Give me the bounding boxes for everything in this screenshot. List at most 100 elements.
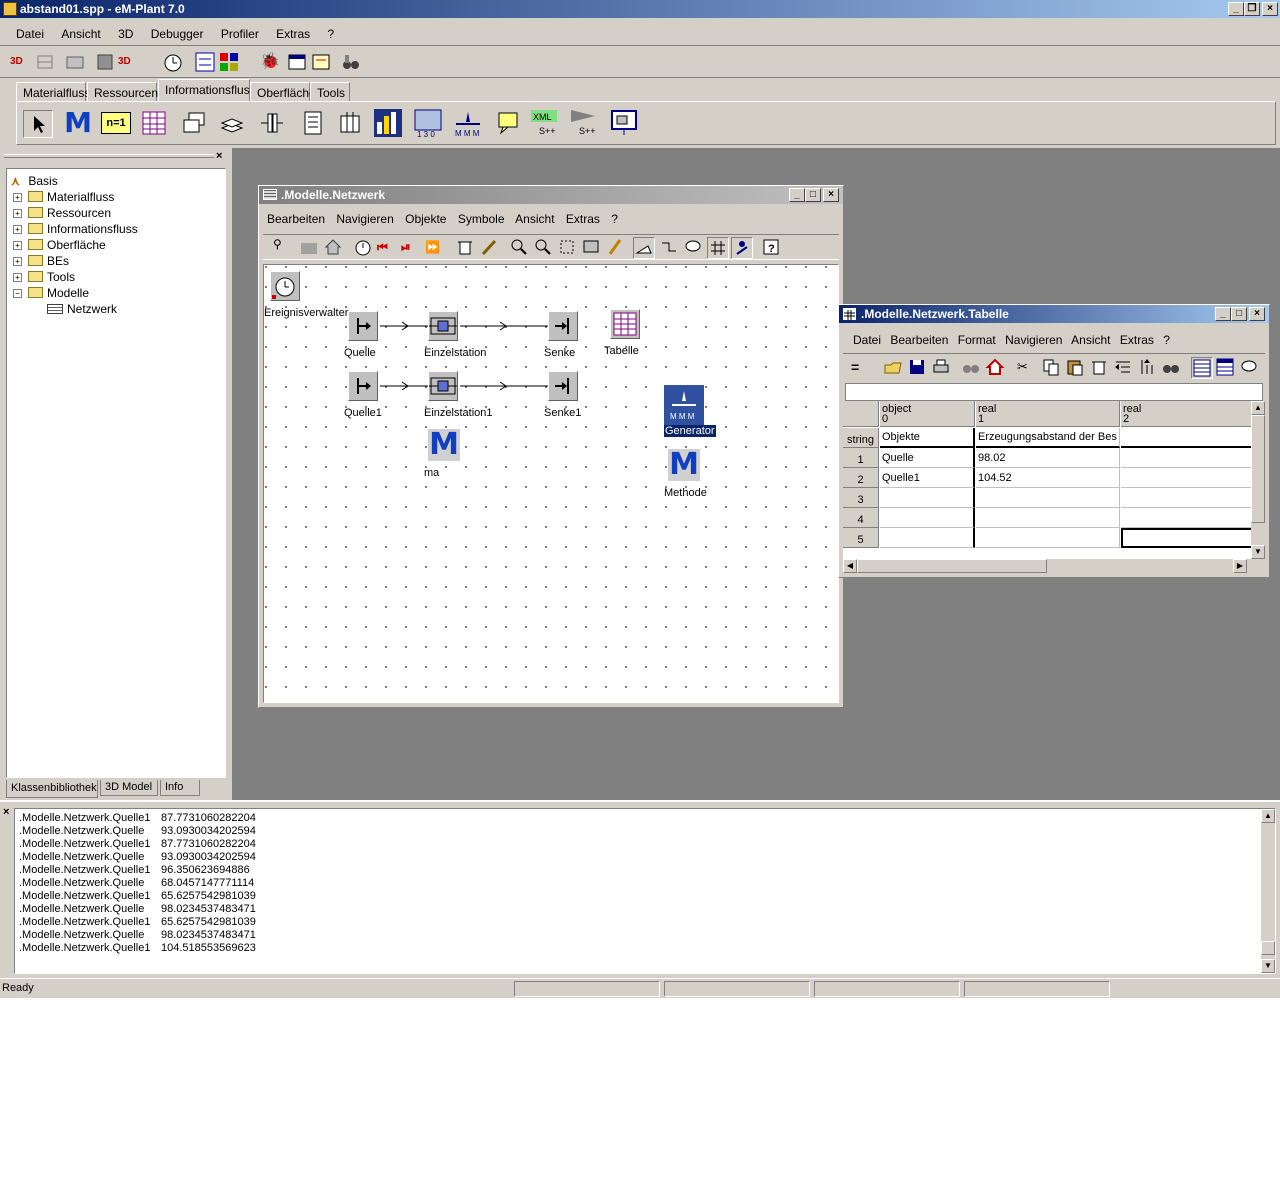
comment-icon[interactable] — [495, 110, 521, 136]
step-icon[interactable]: ⏯ — [401, 237, 423, 259]
tree-item-materialfluss[interactable]: + Materialfluss — [13, 189, 114, 205]
insert-row-icon[interactable] — [1113, 357, 1135, 379]
scroll-up-icon[interactable]: ▲ — [1251, 401, 1265, 415]
menu-bearbeiten[interactable]: Bearbeiten — [890, 333, 948, 347]
row-header[interactable]: 1 — [843, 448, 879, 468]
expand-icon[interactable]: + — [13, 193, 22, 202]
bug-icon[interactable]: 🐞 — [260, 51, 282, 73]
tab-ressourcen[interactable]: Ressourcen — [87, 82, 158, 102]
scroll-down-icon[interactable]: ▼ — [1261, 959, 1275, 973]
panel-close-icon[interactable]: × — [216, 150, 222, 162]
minimize-icon[interactable]: _ — [1215, 307, 1231, 321]
scroll-thumb[interactable] — [857, 559, 1047, 573]
clock-icon[interactable] — [353, 237, 375, 259]
console-close-icon[interactable]: × — [3, 806, 9, 818]
table-grid[interactable]: object 0 real 1 real 2 string Objekte Erzeu… — [843, 401, 1257, 559]
rewind-icon[interactable]: ⏮ — [377, 237, 399, 259]
network-icon[interactable] — [194, 51, 216, 73]
menu-extras[interactable]: Extras — [566, 212, 600, 226]
table-cell[interactable] — [976, 508, 1120, 528]
insert-column-icon[interactable] — [1137, 357, 1159, 379]
3d-box-icon[interactable] — [94, 51, 116, 73]
menu-help[interactable]: ? — [1163, 333, 1170, 347]
help-icon[interactable]: ? — [761, 237, 783, 259]
expand-icon[interactable]: + — [13, 241, 22, 250]
column-header[interactable]: real 1 — [976, 401, 1120, 427]
layers-icon[interactable] — [219, 110, 245, 136]
node-generator[interactable]: M M M — [664, 385, 704, 425]
table-cell[interactable] — [1121, 428, 1257, 448]
menu-datei[interactable]: Datei — [853, 333, 881, 347]
open-icon[interactable] — [883, 357, 905, 379]
tree-root[interactable]: ⋏ Basis — [11, 173, 58, 189]
node-tabelle[interactable] — [610, 309, 640, 339]
menu-navigieren[interactable]: Navigieren — [336, 212, 393, 226]
tree-item-ressourcen[interactable]: + Ressourcen — [13, 205, 111, 221]
window-icon[interactable] — [286, 51, 308, 73]
binoculars-icon[interactable] — [340, 51, 362, 73]
zoom-in-icon[interactable] — [509, 237, 531, 259]
xml-icon[interactable]: XML S++ — [529, 108, 561, 138]
minimize-icon[interactable]: _ — [789, 188, 805, 202]
tree-item-tools[interactable]: + Tools — [13, 269, 75, 285]
sockets-icon[interactable]: S++ — [569, 108, 601, 138]
color-grid-icon[interactable] — [218, 51, 240, 73]
3d-grid-icon[interactable] — [34, 51, 56, 73]
menu-datei[interactable]: Datei — [16, 27, 44, 41]
grid-icon[interactable] — [337, 110, 363, 136]
comment-icon[interactable] — [1239, 357, 1261, 379]
binoculars-icon[interactable] — [961, 357, 983, 379]
menu-ansicht[interactable]: Ansicht — [61, 27, 100, 41]
close-icon[interactable]: × — [1249, 307, 1265, 321]
tree-item-modelle[interactable]: − Modelle — [13, 285, 89, 301]
row-header[interactable]: 3 — [843, 488, 879, 508]
menu-bearbeiten[interactable]: Bearbeiten — [267, 212, 325, 226]
menu-objekte[interactable]: Objekte — [405, 212, 446, 226]
close-icon[interactable]: × — [823, 188, 839, 202]
home-icon[interactable] — [985, 357, 1007, 379]
menu-ansicht[interactable]: Ansicht — [515, 212, 554, 226]
scroll-down-icon[interactable]: ▼ — [1251, 545, 1265, 559]
table-cell[interactable]: Objekte — [880, 428, 975, 448]
expand-icon[interactable]: + — [13, 257, 22, 266]
menu-3d[interactable]: 3D — [118, 27, 133, 41]
copy-icon[interactable] — [1041, 357, 1063, 379]
table-view-icon[interactable] — [1191, 357, 1213, 379]
find-icon[interactable] — [1161, 357, 1183, 379]
fast-forward-icon[interactable]: ⏩ — [425, 237, 447, 259]
table-cell[interactable] — [880, 488, 975, 508]
menu-profiler[interactable]: Profiler — [221, 27, 259, 41]
menu-extras[interactable]: Extras — [1120, 333, 1154, 347]
expand-icon[interactable]: + — [13, 225, 22, 234]
tree-item-informationsfluss[interactable]: + Informationsfluss — [13, 221, 138, 237]
node-senke[interactable] — [548, 311, 578, 341]
node-quelle1[interactable] — [348, 371, 378, 401]
pointer-icon[interactable] — [23, 110, 53, 138]
print-icon[interactable] — [931, 357, 953, 379]
restore-icon[interactable]: ❐ — [1244, 2, 1260, 16]
menu-format[interactable]: Format — [958, 333, 996, 347]
cell-edit-field[interactable] — [845, 383, 1263, 401]
menu-navigieren[interactable]: Navigieren — [1005, 333, 1062, 347]
grid-toggle-icon[interactable] — [707, 237, 729, 259]
screen-icon[interactable] — [581, 237, 603, 259]
scroll-thumb[interactable] — [1261, 941, 1275, 955]
variable-icon[interactable]: n=1 — [101, 112, 131, 134]
node-quelle[interactable] — [348, 311, 378, 341]
scroll-up-icon[interactable]: ▲ — [1261, 809, 1275, 823]
table-format-icon[interactable] — [1215, 357, 1237, 379]
save-icon[interactable] — [907, 357, 929, 379]
table-cell[interactable] — [1121, 468, 1257, 488]
tab-3d-model[interactable]: 3D Model — [100, 780, 158, 796]
table-cell[interactable]: Quelle1 — [880, 468, 975, 488]
close-icon[interactable]: × — [1262, 2, 1278, 16]
tree-item-netzwerk[interactable]: Netzwerk — [47, 301, 117, 317]
tree-icon[interactable] — [310, 51, 332, 73]
pencil-icon[interactable] — [605, 237, 627, 259]
brush-icon[interactable] — [479, 237, 501, 259]
menu-symbole[interactable]: Symbole — [458, 212, 505, 226]
tab-materialfluss[interactable]: Materialfluss — [16, 82, 90, 102]
row-header[interactable]: 2 — [843, 468, 879, 488]
menu-help[interactable]: ? — [328, 27, 335, 41]
home-icon[interactable] — [323, 237, 345, 259]
